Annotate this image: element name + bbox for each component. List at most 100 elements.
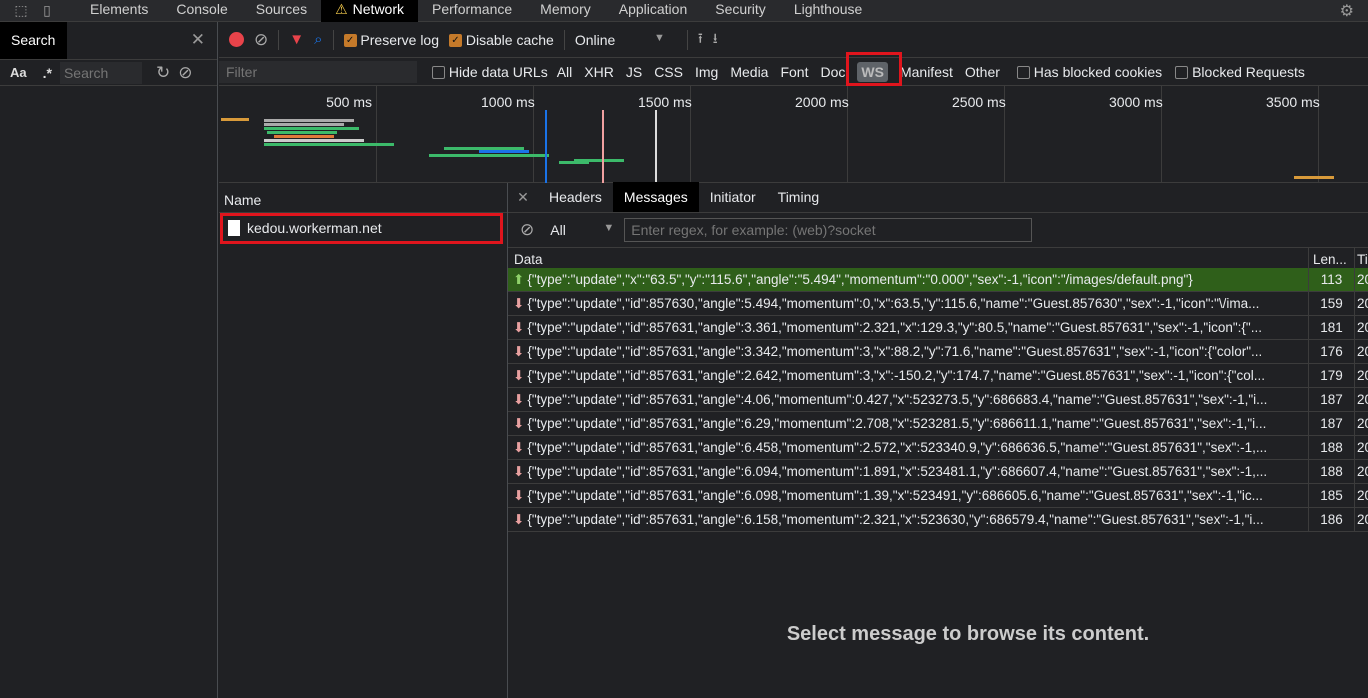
timeline-bar <box>221 118 249 121</box>
message-row[interactable]: ⬇ {"type":"update","id":857631,"angle":2.… <box>508 364 1368 388</box>
message-length: 186 <box>1308 508 1354 531</box>
message-time: 20 <box>1354 460 1368 483</box>
timeline-marker <box>545 110 547 183</box>
message-time: 20 <box>1354 436 1368 459</box>
close-icon[interactable]: ✕ <box>191 30 205 50</box>
tab-console[interactable]: Console <box>162 0 241 22</box>
message-data: ⬇ {"type":"update","id":857631,"angle":6.… <box>513 508 1308 531</box>
settings-gear-icon[interactable]: ⚙ <box>1340 1 1354 21</box>
type-filter-media[interactable]: Media <box>730 64 768 80</box>
arrow-down-icon: ⬇ <box>513 296 525 311</box>
arrow-down-icon: ⬇ <box>513 464 525 479</box>
type-filter-doc[interactable]: Doc <box>820 64 845 80</box>
ws-highlight-box <box>846 52 902 86</box>
filter-icon[interactable]: ▼ <box>289 31 304 48</box>
message-type-select[interactable]: All ▼ <box>550 222 614 238</box>
detail-tab-headers[interactable]: Headers <box>538 182 613 212</box>
blocked-cookies-label: Has blocked cookies <box>1033 63 1163 80</box>
network-overview-timeline[interactable]: 500 ms 1000 ms 1500 ms 2000 ms 2500 ms 3000 m… <box>219 86 1368 183</box>
tab-sources[interactable]: Sources <box>242 0 321 22</box>
message-text: {"type":"update","id":857631,"angle":4.0… <box>527 392 1268 407</box>
regex-toggle[interactable]: .* <box>43 65 52 81</box>
message-row[interactable]: ⬆ {"type":"update","x":"63.5","y":"115.6"… <box>508 268 1368 292</box>
message-data: ⬇ {"type":"update","id":857630,"angle":5.… <box>513 292 1308 315</box>
filter-input[interactable] <box>219 60 417 83</box>
tab-performance[interactable]: Performance <box>418 0 526 22</box>
message-row[interactable]: ⬇ {"type":"update","id":857631,"angle":3.… <box>508 316 1368 340</box>
clear-icon[interactable]: ⊘ <box>178 63 192 83</box>
type-filter-manifest[interactable]: Manifest <box>900 64 953 80</box>
timeline-tick-label: 3000 ms <box>1109 94 1163 110</box>
message-text: {"type":"update","id":857630,"angle":5.4… <box>527 296 1260 311</box>
blocked-requests-checkbox[interactable]: Blocked Requests <box>1175 64 1305 80</box>
type-filter-font[interactable]: Font <box>780 64 808 80</box>
message-length: 187 <box>1308 388 1354 411</box>
message-length: 159 <box>1308 292 1354 315</box>
detail-tab-timing[interactable]: Timing <box>767 182 831 212</box>
dropdown-arrow-icon: ▼ <box>653 31 665 44</box>
message-data: ⬇ {"type":"update","id":857631,"angle":6.… <box>513 484 1308 507</box>
export-har-icon[interactable]: ⭳ <box>713 28 718 52</box>
timeline-tick-label: 1000 ms <box>481 94 535 110</box>
message-row[interactable]: ⬇ {"type":"update","id":857631,"angle":6.… <box>508 460 1368 484</box>
search-panel: Search ✕ Aa .* ↻ ⊘ <box>0 22 218 698</box>
tab-network[interactable]: ⚠ Network <box>321 0 419 22</box>
device-toolbar-icon[interactable]: ▯ <box>34 2 60 19</box>
close-detail-icon[interactable]: ✕ <box>508 182 538 212</box>
search-icon[interactable]: ⌕ <box>314 31 322 48</box>
timeline-tick-label: 3500 ms <box>1266 94 1320 110</box>
disable-cache-label: Disable cache <box>465 31 554 48</box>
search-input[interactable] <box>59 61 142 84</box>
tab-application[interactable]: Application <box>605 0 702 22</box>
disable-cache-checkbox[interactable]: ✓ Disable cache <box>449 32 554 48</box>
detail-tab-initiator[interactable]: Initiator <box>699 182 767 212</box>
timeline-bar <box>264 119 354 122</box>
message-row[interactable]: ⬇ {"type":"update","id":857631,"angle":3.… <box>508 340 1368 364</box>
arrow-down-icon: ⬇ <box>513 344 525 359</box>
message-data: ⬇ {"type":"update","id":857631,"angle":3.… <box>513 316 1308 339</box>
name-column-header[interactable]: Name <box>219 183 507 213</box>
import-har-icon[interactable]: ⭱ <box>698 28 703 52</box>
timeline-bar <box>274 135 334 138</box>
message-time: 20 <box>1354 508 1368 531</box>
request-list: Name kedou.workerman.net <box>219 183 508 698</box>
tab-security[interactable]: Security <box>701 0 780 22</box>
refresh-icon[interactable]: ↻ <box>156 63 170 83</box>
message-regex-input[interactable] <box>624 218 1033 242</box>
tab-lighthouse[interactable]: Lighthouse <box>780 0 877 22</box>
message-row[interactable]: ⬇ {"type":"update","id":857631,"angle":6.… <box>508 412 1368 436</box>
throttling-select[interactable]: Online ▼ <box>575 32 665 48</box>
arrow-down-icon: ⬇ <box>513 320 525 335</box>
tab-label: Network <box>352 0 405 17</box>
clear-log-icon[interactable]: ⊘ <box>254 30 268 50</box>
message-length: 188 <box>1308 436 1354 459</box>
message-row[interactable]: ⬇ {"type":"update","id":857630,"angle":5.… <box>508 292 1368 316</box>
message-row[interactable]: ⬇ {"type":"update","id":857631,"angle":6.… <box>508 484 1368 508</box>
type-filter-all[interactable]: All <box>557 64 573 80</box>
inspect-element-icon[interactable]: ⬚ <box>8 2 34 19</box>
message-length: 176 <box>1308 340 1354 363</box>
match-case-toggle[interactable]: Aa <box>10 65 27 80</box>
has-blocked-cookies-checkbox[interactable]: Has blocked cookies <box>1016 63 1163 80</box>
throttle-value: Online <box>574 31 616 48</box>
search-panel-tab[interactable]: Search <box>0 22 67 59</box>
record-button[interactable] <box>229 32 244 47</box>
clear-messages-icon[interactable]: ⊘ <box>520 220 534 240</box>
arrow-down-icon: ⬇ <box>513 488 525 503</box>
type-filter-css[interactable]: CSS <box>654 64 683 80</box>
type-filter-other[interactable]: Other <box>965 64 1000 80</box>
type-filter-img[interactable]: Img <box>695 64 718 80</box>
type-filter-js[interactable]: JS <box>626 64 642 80</box>
message-row[interactable]: ⬇ {"type":"update","id":857631,"angle":6.… <box>508 436 1368 460</box>
message-row[interactable]: ⬇ {"type":"update","id":857631,"angle":6.… <box>508 508 1368 532</box>
tab-memory[interactable]: Memory <box>526 0 605 22</box>
preserve-log-checkbox[interactable]: ✓ Preserve log <box>343 32 439 48</box>
hide-data-urls-checkbox[interactable]: Hide data URLs <box>432 64 548 80</box>
message-row[interactable]: ⬇ {"type":"update","id":857631,"angle":4.… <box>508 388 1368 412</box>
detail-tab-messages[interactable]: Messages <box>612 182 699 212</box>
message-text: {"type":"update","id":857631,"angle":3.3… <box>527 320 1262 335</box>
tab-elements[interactable]: Elements <box>76 0 162 22</box>
type-filter-xhr[interactable]: XHR <box>584 64 614 80</box>
warning-icon: ⚠ <box>335 0 348 17</box>
message-length: 187 <box>1308 412 1354 435</box>
